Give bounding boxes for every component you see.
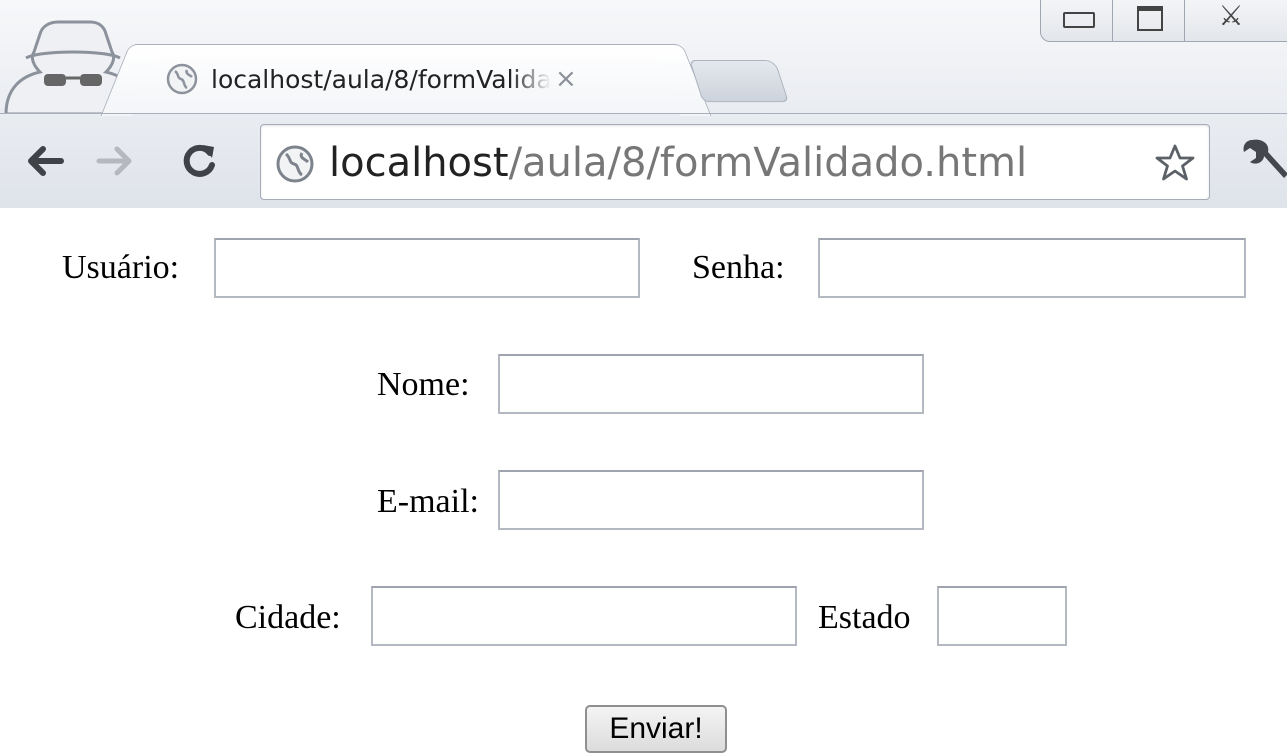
senha-field[interactable]	[818, 238, 1246, 298]
back-arrow-icon[interactable]	[22, 136, 68, 186]
cidade-label: Cidade:	[235, 599, 341, 636]
browser-toolbar: localhost/aula/8/formValidado.html	[0, 113, 1287, 208]
tab-close-icon[interactable]: ×	[555, 64, 577, 94]
senha-label: Senha:	[692, 249, 785, 286]
page-info-icon[interactable]	[275, 144, 315, 184]
email-label: E-mail:	[377, 483, 479, 520]
window-controls: ⚔	[1040, 0, 1287, 42]
address-path: /aula/8/formValidado.html	[508, 140, 1028, 186]
usuario-label: Usuário:	[62, 249, 180, 286]
globe-icon	[166, 63, 198, 95]
cidade-field[interactable]	[371, 586, 797, 646]
browser-tab[interactable]: localhost/aula/8/formValidado.html ×	[128, 44, 684, 114]
forward-arrow-icon[interactable]	[92, 136, 138, 186]
address-bar[interactable]: localhost/aula/8/formValidado.html	[260, 124, 1210, 200]
star-icon[interactable]	[1155, 143, 1195, 183]
wrench-icon[interactable]	[1238, 134, 1287, 186]
nome-field[interactable]	[498, 354, 924, 414]
reload-icon[interactable]	[176, 136, 222, 186]
browser-chrome: localhost/aula/8/formValidado.html × ⚔ l…	[0, 0, 1287, 208]
usuario-field[interactable]	[214, 238, 640, 298]
title-bar: localhost/aula/8/formValidado.html × ⚔	[0, 0, 1287, 114]
close-window-icon[interactable]: ⚔	[1185, 0, 1257, 42]
page-content: Usuário: Senha: Nome: E-mail: Cidade: Es…	[0, 208, 1287, 755]
address-url[interactable]: localhost/aula/8/formValidado.html	[329, 139, 1027, 187]
address-host: localhost	[329, 140, 509, 186]
estado-field[interactable]	[937, 586, 1067, 646]
submit-button[interactable]: Enviar!	[585, 705, 727, 753]
tab-title: localhost/aula/8/formValidado.html	[211, 64, 551, 94]
new-tab-button[interactable]	[689, 60, 789, 102]
minimize-icon[interactable]	[1041, 0, 1113, 42]
maximize-icon[interactable]	[1113, 0, 1185, 42]
email-field[interactable]	[498, 470, 924, 530]
estado-label: Estado	[818, 599, 911, 636]
tab-content: localhost/aula/8/formValidado.html ×	[165, 57, 663, 101]
nome-label: Nome:	[377, 366, 470, 403]
